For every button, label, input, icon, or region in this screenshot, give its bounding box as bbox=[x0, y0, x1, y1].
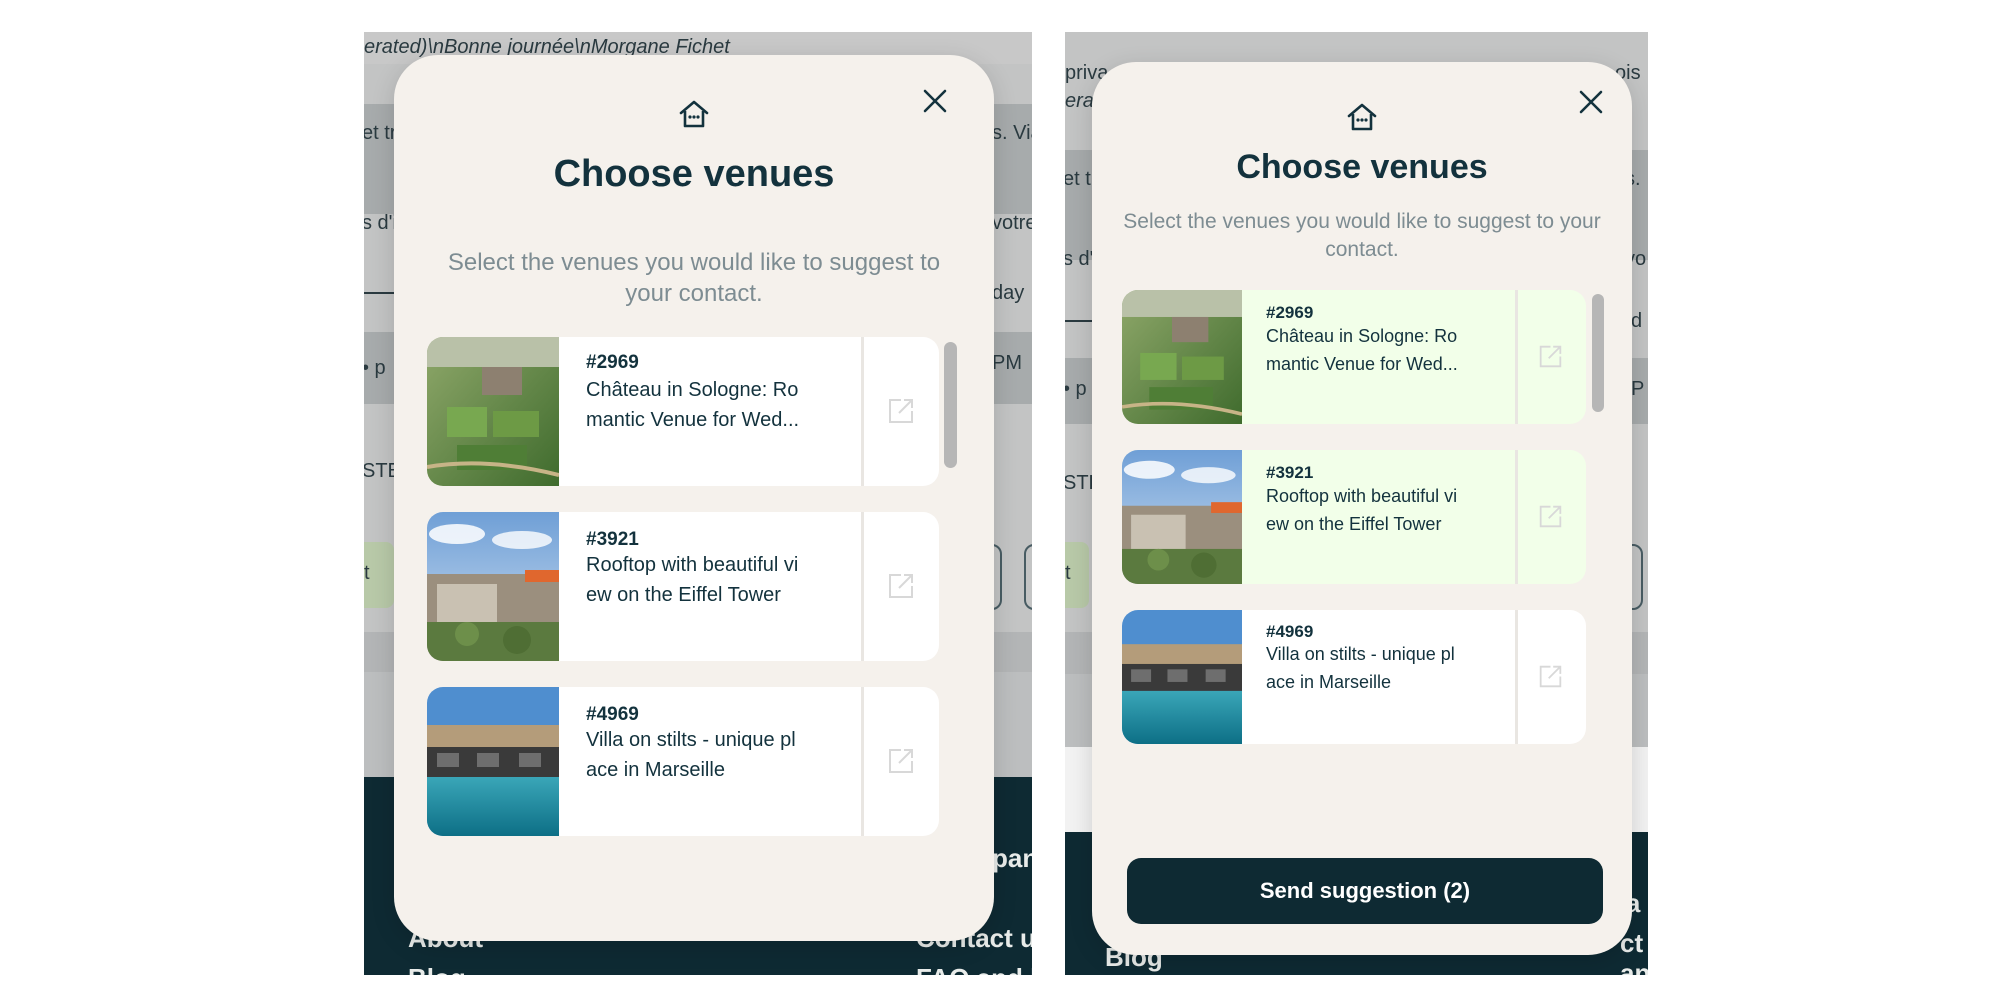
venue-name-line: Rooftop with beautiful vi bbox=[586, 554, 799, 576]
card-divider bbox=[1515, 450, 1518, 584]
venue-list-scrollbar[interactable] bbox=[1592, 294, 1604, 412]
external-link-icon[interactable] bbox=[1538, 504, 1563, 529]
venue-list-scrollbar[interactable] bbox=[944, 342, 957, 468]
venue-card-4969[interactable]: #4969 Villa on stilts - unique pl ace in… bbox=[1122, 610, 1586, 744]
venue-card-3921[interactable]: #3921 Rooftop with beautiful vi ew on th… bbox=[1122, 450, 1586, 584]
venue-thumbnail bbox=[427, 512, 559, 661]
modal-subtitle: Select the venues you would like to sugg… bbox=[447, 249, 941, 307]
home-icon bbox=[679, 100, 709, 128]
venue-name-line: Château in Sologne: Ro bbox=[586, 379, 799, 401]
venue-name-line: ace in Marseille bbox=[1266, 672, 1392, 692]
external-link-icon[interactable] bbox=[887, 747, 915, 775]
choose-venues-modal: Choose venues Select the venues you woul… bbox=[1092, 62, 1632, 955]
modal-subtitle: Select the venues you would like to sugg… bbox=[1123, 210, 1601, 261]
background-snippet: votre bbox=[992, 212, 1032, 234]
background-divider bbox=[364, 292, 394, 294]
choose-venues-modal: Choose venues Select the venues you woul… bbox=[394, 55, 994, 941]
venue-name-line: Château in Sologne: Ro bbox=[1266, 326, 1458, 346]
home-icon bbox=[1347, 103, 1377, 131]
venue-id: #4969 bbox=[1266, 622, 1314, 641]
venue-thumbnail bbox=[1122, 290, 1242, 424]
background-snippet: et tr bbox=[364, 122, 397, 144]
card-divider bbox=[861, 337, 864, 486]
venue-name-line: mantic Venue for Wed... bbox=[1266, 354, 1458, 374]
venue-id: #4969 bbox=[586, 704, 639, 725]
card-divider bbox=[861, 687, 864, 836]
external-link-icon[interactable] bbox=[887, 397, 915, 425]
background-snippet: t bbox=[364, 562, 370, 584]
modal-title: Choose venues bbox=[553, 153, 835, 195]
venue-id: #3921 bbox=[586, 529, 639, 550]
venue-name-line: mantic Venue for Wed... bbox=[586, 409, 800, 431]
venue-list: #2969 Château in Sologne: Ro mantic Venu… bbox=[427, 337, 939, 857]
venue-id: #2969 bbox=[1266, 303, 1314, 322]
close-icon[interactable] bbox=[1575, 86, 1607, 118]
venue-name-line: Villa on stilts - unique pl bbox=[1266, 644, 1455, 664]
background-outline-button bbox=[1024, 544, 1032, 610]
venue-thumbnail bbox=[1122, 610, 1242, 744]
background-snippet: s d'i bbox=[364, 212, 397, 234]
venue-thumbnail bbox=[427, 337, 559, 486]
footer-link-faq: and bbox=[1620, 958, 1648, 975]
venue-name-line: Villa on stilts - unique pl bbox=[586, 729, 796, 751]
background-snippet: P bbox=[1631, 378, 1645, 400]
venue-card-2969[interactable]: #2969 Château in Sologne: Ro mantic Venu… bbox=[1122, 290, 1586, 424]
footer-link-blog: Blog bbox=[408, 963, 466, 975]
external-link-icon[interactable] bbox=[887, 572, 915, 600]
right-screenshot-panel: priva erat ois et tr s d'i • p STE t s. … bbox=[1065, 32, 1648, 975]
card-divider bbox=[1515, 290, 1518, 424]
background-snippet: t bbox=[1065, 562, 1071, 584]
background-snippet: • p bbox=[364, 357, 386, 379]
background-snippet: d bbox=[1631, 310, 1643, 332]
background-snippet: day bbox=[992, 282, 1025, 304]
background-snippet: PM bbox=[992, 352, 1022, 374]
venue-name-line: ew on the Eiffel Tower bbox=[1266, 514, 1442, 534]
venue-id: #3921 bbox=[1266, 463, 1314, 482]
venue-card-2969[interactable]: #2969 Château in Sologne: Ro mantic Venu… bbox=[427, 337, 939, 486]
background-snippet: • p bbox=[1065, 378, 1087, 400]
venue-list: #2969 Château in Sologne: Ro mantic Venu… bbox=[1122, 290, 1586, 758]
external-link-icon[interactable] bbox=[1538, 344, 1563, 369]
card-divider bbox=[861, 512, 864, 661]
venue-name-line: ew on the Eiffel Tower bbox=[586, 584, 781, 606]
close-icon[interactable] bbox=[919, 85, 951, 117]
venue-id: #2969 bbox=[586, 352, 639, 373]
background-snippet: s. Via bbox=[992, 122, 1032, 144]
venue-card-3921[interactable]: #3921 Rooftop with beautiful vi ew on th… bbox=[427, 512, 939, 661]
footer-heading: pany bbox=[992, 843, 1032, 873]
venue-name-line: Rooftop with beautiful vi bbox=[1266, 486, 1458, 506]
modal-title: Choose venues bbox=[1236, 148, 1488, 186]
venue-thumbnail bbox=[1122, 450, 1242, 584]
send-suggestion-button[interactable]: Send suggestion (2) bbox=[1127, 858, 1603, 924]
footer-link-faq: FAQ and h bbox=[916, 963, 1032, 975]
card-divider bbox=[1515, 610, 1518, 744]
venue-thumbnail bbox=[427, 687, 559, 836]
background-divider bbox=[1065, 320, 1095, 322]
left-screenshot-panel: erated)\nBonne journée\nMorgane Fichet e… bbox=[364, 32, 1032, 975]
venue-card-4969[interactable]: #4969 Villa on stilts - unique pl ace in… bbox=[427, 687, 939, 836]
external-link-icon[interactable] bbox=[1538, 664, 1563, 689]
venue-name-line: ace in Marseille bbox=[586, 759, 725, 781]
